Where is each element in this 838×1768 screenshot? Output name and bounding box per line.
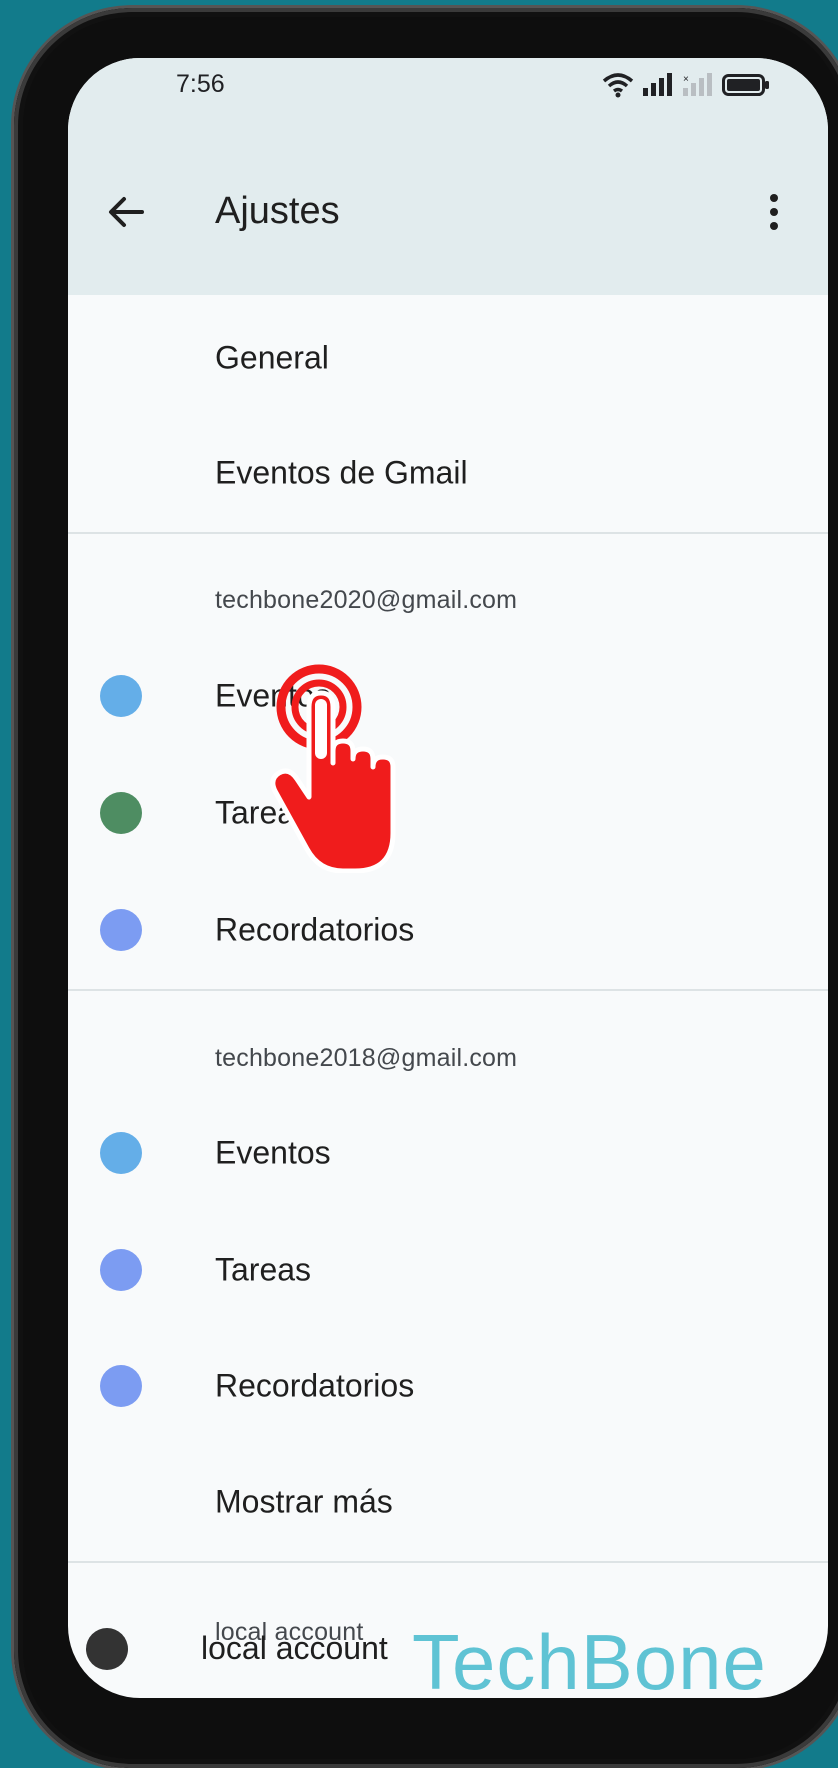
- settings-item-label: General: [215, 339, 329, 376]
- calendar-item[interactable]: Eventos: [68, 1098, 828, 1208]
- calendar-item[interactable]: Recordatorios: [68, 1331, 828, 1441]
- calendar-item[interactable]: Tareas: [68, 1215, 828, 1325]
- calendar-color-dot: [100, 1249, 142, 1291]
- section-divider: [68, 532, 828, 534]
- calendar-label: Recordatorios: [215, 911, 415, 948]
- show-more-button[interactable]: Mostrar más: [68, 1447, 828, 1557]
- calendar-item[interactable]: Eventos: [68, 641, 828, 751]
- phone-frame: 7:56 × Ajustes General Eventos de Gmail …: [14, 8, 838, 1768]
- signal-icon: [643, 73, 672, 96]
- svg-text:×: ×: [683, 74, 689, 85]
- settings-item-gmail-events[interactable]: Eventos de Gmail: [68, 418, 828, 528]
- show-more-label: Mostrar más: [215, 1483, 393, 1520]
- app-bar: Ajustes: [68, 148, 828, 295]
- calendar-label: Tareas: [215, 1251, 312, 1288]
- watermark-logo: TechBone: [412, 1618, 767, 1706]
- wifi-icon: [602, 73, 634, 98]
- account-header: techbone2020@gmail.com: [215, 586, 518, 614]
- settings-item-label: Eventos de Gmail: [215, 454, 468, 491]
- section-divider: [68, 989, 828, 991]
- calendar-color-dot: [100, 1132, 142, 1174]
- calendar-color-dot: [86, 1628, 128, 1670]
- status-time: 7:56: [176, 70, 225, 98]
- calendar-color-dot: [100, 792, 142, 834]
- arrow-back-icon: [109, 197, 144, 227]
- calendar-label: Eventos: [215, 1134, 331, 1171]
- battery-icon: [722, 74, 769, 96]
- account-header: techbone2018@gmail.com: [215, 1044, 518, 1072]
- more-vert-icon: [770, 194, 778, 230]
- calendar-color-dot: [100, 909, 142, 951]
- status-icons: ×: [602, 70, 770, 100]
- calendar-item[interactable]: Recordatorios: [68, 875, 828, 985]
- calendar-label: local account: [201, 1630, 388, 1666]
- touch-hand-icon: [270, 664, 396, 873]
- calendar-color-dot: [100, 1365, 142, 1407]
- signal-no-sim-icon: ×: [683, 73, 712, 96]
- screen: 7:56 × Ajustes General Eventos de Gmail …: [68, 58, 828, 1698]
- settings-item-general[interactable]: General: [68, 303, 828, 413]
- status-bar: 7:56 ×: [68, 58, 828, 148]
- back-button[interactable]: [100, 186, 152, 238]
- calendar-color-dot: [100, 675, 142, 717]
- calendar-item[interactable]: Tareas: [68, 758, 828, 868]
- section-divider: [68, 1561, 828, 1563]
- calendar-label: Recordatorios: [215, 1367, 415, 1404]
- more-options-button[interactable]: [758, 186, 790, 238]
- page-title: Ajustes: [215, 190, 340, 232]
